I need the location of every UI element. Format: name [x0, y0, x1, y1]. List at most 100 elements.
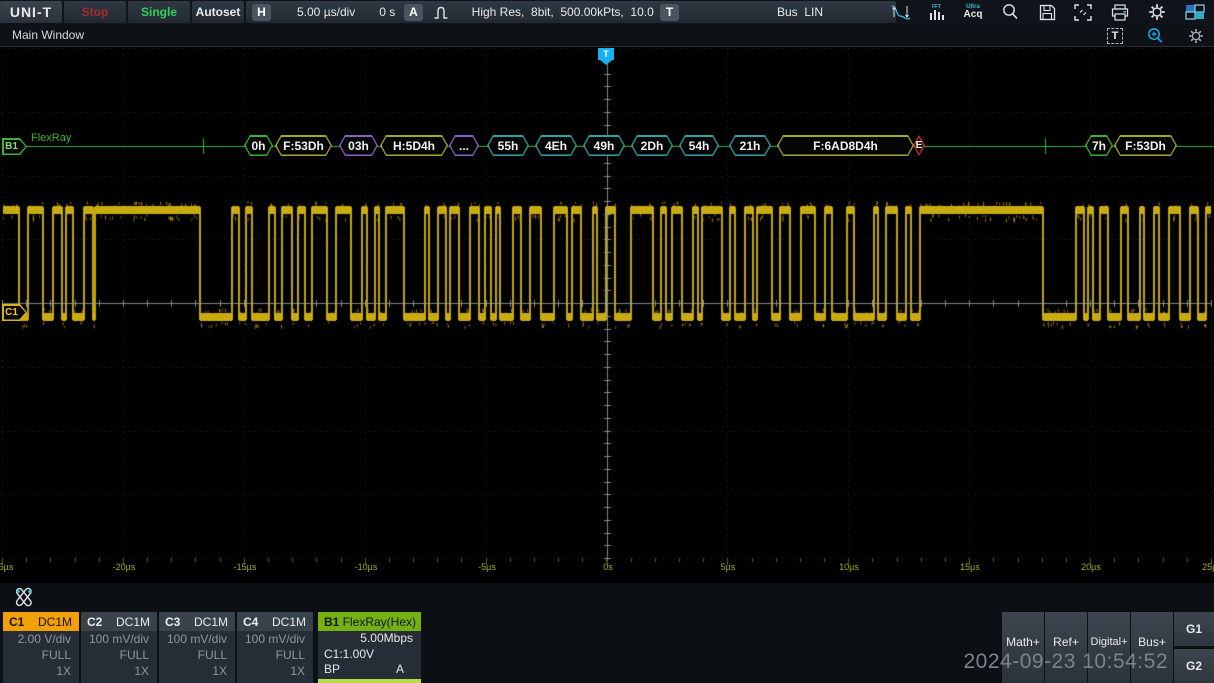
zoom-in-icon[interactable] — [1146, 27, 1164, 44]
bus-badge-b1[interactable]: B1 FlexRay(Hex) 5.00Mbps C1:1.00V BP A — [318, 612, 421, 683]
fft-icon-label: FFT — [932, 4, 941, 10]
decode-bubble[interactable]: F:6AD8D4h — [777, 135, 914, 156]
bus-badge-bp-label: BP — [324, 662, 340, 676]
channel-badge-row: FULL — [81, 647, 157, 663]
channel-badge-coupling: DC1M — [194, 615, 228, 629]
channel-badge-coupling: DC1M — [116, 615, 150, 629]
oscilloscope-app: UNI-T Stop Single Autoset H 5.00 µs/div … — [0, 0, 1214, 683]
fft-icon[interactable]: FFT — [924, 2, 950, 22]
decode-bubble-text: 03h — [339, 135, 378, 156]
bus-badge-source: C1:1.00V — [318, 646, 421, 662]
channel-badge-coupling: DC1M — [38, 615, 72, 629]
channel-badge-row: FULL — [3, 647, 79, 663]
decode-bubble[interactable]: H:5D4h — [380, 135, 448, 156]
screenshot-icon[interactable] — [1070, 2, 1096, 22]
g2-button[interactable]: G2 — [1174, 649, 1214, 683]
axis-tick-label: 15µs — [960, 562, 980, 572]
h-scale-value: 5.00 µs/div — [297, 5, 355, 19]
t-badge: T — [660, 4, 679, 21]
single-label: Single — [141, 5, 177, 19]
bottom-status-bar: C1DC1M2.00 V/divFULL1XC2DC1M100 mV/divFU… — [0, 583, 1214, 683]
channel-badge-id: C2 — [87, 615, 102, 629]
decode-bubble[interactable]: F:53Dh — [1114, 135, 1177, 156]
decode-bubble[interactable]: 49h — [583, 135, 625, 156]
window-title: Main Window — [12, 28, 84, 42]
channel-badge-row: 100 mV/div — [81, 631, 157, 647]
single-button[interactable]: Single — [128, 1, 190, 23]
search-icon[interactable] — [997, 2, 1023, 22]
channel-badge-row: 1X — [81, 663, 157, 679]
bus-protocol-label: FlexRay — [31, 132, 71, 144]
ultra-acq-icon[interactable]: Ultra Acq — [960, 2, 986, 22]
settings-icon[interactable] — [1144, 2, 1170, 22]
decode-bubble-text: ... — [449, 135, 479, 156]
decode-bubble[interactable]: 21h — [729, 135, 771, 156]
display-settings-icon[interactable] — [1187, 27, 1205, 44]
save-icon[interactable] — [1034, 2, 1060, 22]
horizontal-settings-button[interactable]: H 5.00 µs/div 0 s — [246, 1, 408, 23]
windows-layout-icon[interactable] — [1182, 2, 1208, 22]
bus-badge-active-strip — [318, 679, 421, 683]
stop-button[interactable]: Stop — [64, 1, 126, 23]
trigger-settings-button[interactable]: T Bus LIN — [654, 1, 896, 23]
brand-logo: UNI-T — [0, 1, 62, 23]
channel-badge-c1[interactable]: C1DC1M2.00 V/divFULL1X — [3, 612, 79, 683]
decode-bubble-text: F:53Dh — [275, 135, 332, 156]
axis-tick-label: 0s — [603, 562, 613, 572]
print-icon[interactable] — [1107, 2, 1133, 22]
axis-tick-label: -25µs — [0, 562, 13, 572]
channel-badge-c3[interactable]: C3 DC1M 100 mV/divFULL1X — [159, 612, 235, 683]
decode-bubble[interactable]: 54h — [679, 135, 719, 156]
text-annotation-icon[interactable]: T — [1106, 27, 1124, 44]
channel-c1-tag-label: C1 — [2, 304, 21, 321]
g1-button[interactable]: G1 — [1174, 612, 1214, 646]
channel-badge-row: 1X — [159, 663, 235, 679]
decode-bubble[interactable]: 4Eh — [535, 135, 577, 156]
axis-tick-label: -20µs — [113, 562, 136, 572]
decode-bubble[interactable]: 03h — [339, 135, 378, 156]
bus-b1-tag[interactable]: B1 — [2, 138, 27, 155]
trigger-position-flag[interactable]: T — [598, 48, 614, 60]
decode-bubble[interactable]: 55h — [487, 135, 529, 156]
decode-bubble[interactable]: 0h — [244, 135, 273, 156]
channel-badge-c4[interactable]: C4DC1M100 mV/divFULL1X — [237, 612, 313, 683]
bus-badge-id: B1 — [324, 615, 339, 629]
waveform-display[interactable]: T B1 FlexRay C1 0hF:53Dh03hH:5D4h...55h4… — [0, 47, 1214, 583]
waveform-canvas — [0, 47, 1214, 583]
trigger-info-text: Bus LIN — [777, 5, 823, 19]
channel-badge-id: C3 — [165, 615, 180, 629]
bus-badge-bp-channel: A — [396, 662, 404, 676]
decode-bubble-text: 4Eh — [535, 135, 577, 156]
crossed-tools-icon[interactable] — [10, 586, 40, 610]
channel-badge-row: FULL — [159, 647, 235, 663]
decode-bubble-text: 0h — [244, 135, 273, 156]
h-offset-value: 0 s — [379, 5, 395, 19]
decode-bubble-text: F:6AD8D4h — [777, 135, 914, 156]
acquisition-settings-button[interactable]: A High Res, 8bit, 500.00kPts, 10.00GSa/s — [398, 1, 664, 23]
a-badge: A — [404, 4, 423, 21]
decode-bubble[interactable]: ... — [449, 135, 479, 156]
channel-c1-tag[interactable]: C1 — [2, 304, 27, 321]
decode-bubble[interactable]: F:53Dh — [275, 135, 332, 156]
acq-label: Acq — [964, 10, 983, 20]
autoset-button[interactable]: Autoset — [192, 1, 244, 23]
decode-bubble-text: H:5D4h — [380, 135, 448, 156]
channel-badge-row: 1X — [3, 663, 79, 679]
decode-bubble-text: 49h — [583, 135, 625, 156]
axis-tick-label: -10µs — [355, 562, 378, 572]
window-header: Main Window T — [0, 24, 1214, 47]
h-badge: H — [252, 4, 271, 21]
stop-label: Stop — [82, 5, 109, 19]
decode-bubble[interactable]: 2Dh — [631, 135, 673, 156]
decode-bubble-text: 54h — [679, 135, 719, 156]
axis-tick-label: 25µs — [1202, 562, 1214, 572]
annotation-t-label: T — [1107, 28, 1123, 44]
decode-bubble-text: 21h — [729, 135, 771, 156]
measure-icon[interactable] — [888, 2, 914, 22]
axis-tick-label: -5µs — [478, 562, 496, 572]
channel-badge-c2[interactable]: C2 DC1M 100 mV/divFULL1X — [81, 612, 157, 683]
channel-badge-row: 100 mV/div — [159, 631, 235, 647]
bus-badge-rate: 5.00Mbps — [318, 631, 421, 646]
channel-badge-coupling: DC1M — [272, 615, 306, 629]
channel-badge-row: 100 mV/div — [237, 631, 313, 647]
